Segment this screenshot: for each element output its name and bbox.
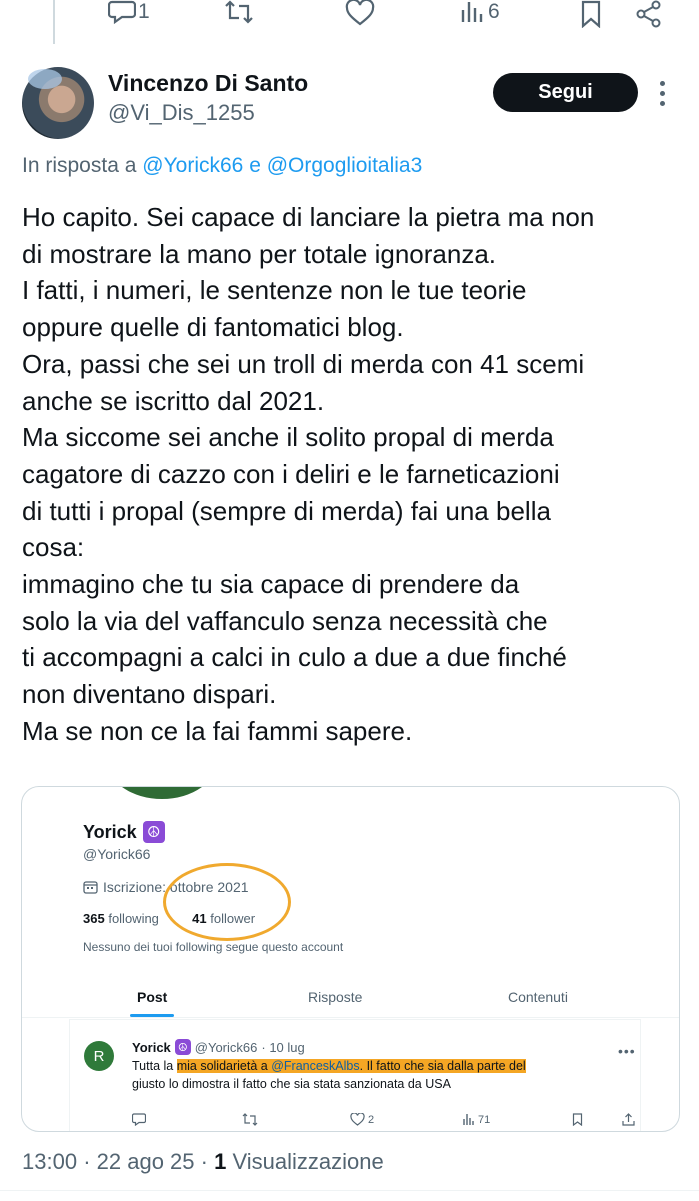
tweet-line: di mostrare la mano per totale ignoranza…	[22, 238, 497, 269]
tweet-line: di tutti i propal (sempre di merda) fai …	[22, 495, 551, 526]
tweet-line: anche se iscritto dal 2021.	[22, 385, 325, 416]
reply-to-line: In risposta a @Yorick66 e @Orgoglioitali…	[22, 154, 422, 178]
card-post-name: Yorick	[132, 1039, 171, 1055]
tweet-line: cosa:	[22, 532, 85, 563]
retweet-button[interactable]	[224, 0, 254, 24]
card-post-actions: 2 71	[132, 1113, 635, 1131]
reply-to-user-yorick[interactable]: @Yorick66	[142, 154, 243, 177]
tweet-line: oppure quelle di fantomatici blog.	[22, 312, 404, 343]
tweet-line: immagino che tu sia capace di prendere d…	[22, 569, 520, 600]
card-post-avatar: R	[84, 1041, 114, 1071]
card-mutual-note: Nessuno dei tuoi following segue questo …	[83, 940, 344, 954]
tweet-views-count: 1	[214, 1149, 227, 1174]
card-name-text: Yorick	[83, 821, 137, 842]
highlight-circle	[163, 863, 291, 941]
more-options-icon[interactable]	[660, 81, 666, 111]
views-count: 6	[488, 0, 500, 23]
author-handle[interactable]: @Vi_Dis_1255	[108, 100, 255, 126]
reply-icon	[108, 0, 136, 24]
tweet-text: Ho capito. Sei capace di lanciare la pie…	[22, 199, 682, 750]
card-post-text-a: Tutta la	[132, 1059, 177, 1073]
tweet-meta: 13:00 · 22 ago 25 · 1 Visualizzazione	[22, 1149, 384, 1175]
views-button[interactable]: 6	[460, 0, 500, 24]
following-count: 365	[83, 911, 105, 926]
tweet-line: solo la via del vaffanculo senza necessi…	[22, 605, 548, 636]
card-share-icon	[622, 1113, 635, 1126]
tab-risposte: Risposte	[308, 989, 363, 1005]
card-post-text-hl: mia solidarietà a	[176, 1059, 272, 1073]
card-post-mention: @FranceskAlbs	[271, 1059, 360, 1073]
card-post-text-line2: giusto lo dimostra il fatto che sia stat…	[132, 1077, 451, 1091]
card-views: 71	[462, 1113, 490, 1126]
reply-button[interactable]: 1	[108, 0, 150, 24]
retweet-icon	[225, 0, 253, 24]
card-post-date: · 10 lug	[261, 1039, 305, 1055]
profile-avatar-partial	[106, 787, 218, 799]
heart-icon	[345, 0, 375, 26]
card-profile-name: Yorick ☮	[83, 821, 165, 843]
card-analytics-icon	[463, 1114, 474, 1125]
meta-separator: ·	[83, 1149, 91, 1174]
tweet-line: ti accompagni a calci in culo a due a du…	[22, 642, 567, 673]
reply-to-conjunction: e	[249, 154, 261, 177]
tweet-views-label: Visualizzazione	[232, 1149, 384, 1174]
tweet-line: Ma se non ce la fai fammi sapere.	[22, 715, 413, 746]
card-post-handle: @Yorick66	[194, 1039, 258, 1055]
card-profile-handle: @Yorick66	[83, 846, 151, 862]
follow-button[interactable]: Segui	[493, 73, 638, 112]
card-bookmark-icon	[572, 1113, 583, 1126]
card-post-header: Yorick ☮ @Yorick66 · 10 lug	[132, 1039, 305, 1055]
tweet-line: non diventano dispari.	[22, 679, 277, 710]
tweet-date[interactable]: 22 ago 25	[97, 1149, 195, 1174]
meta-separator: ·	[200, 1149, 208, 1174]
card-post: R Yorick ☮ @Yorick66 · 10 lug ••• Tutta …	[69, 1019, 641, 1131]
card-views-count: 71	[478, 1113, 491, 1126]
tab-contenuti: Contenuti	[508, 989, 568, 1005]
analytics-icon	[461, 2, 483, 22]
tab-post: Post	[137, 989, 168, 1005]
tweet-time[interactable]: 13:00	[22, 1149, 77, 1174]
tweet-line: Ma siccome sei anche il solito propal di…	[22, 422, 554, 453]
author-avatar[interactable]	[22, 67, 94, 139]
calendar-icon	[83, 881, 98, 894]
share-icon	[636, 0, 661, 28]
card-heart-icon	[350, 1113, 365, 1126]
peace-icon: ☮	[174, 1039, 191, 1055]
tweet-line: Ho capito. Sei capace di lanciare la pie…	[22, 202, 595, 232]
like-button[interactable]	[345, 0, 375, 26]
author-name[interactable]: Vincenzo Di Santo	[108, 70, 308, 97]
card-post-text: Tutta la mia solidarietà a @FranceskAlbs…	[132, 1057, 526, 1093]
card-reply-icon	[132, 1113, 146, 1126]
card-post-text-b: . Il fatto che sia dalla parte del	[359, 1059, 526, 1073]
card-post-more-icon: •••	[618, 1043, 636, 1059]
card-tabs: Post Risposte Contenuti	[22, 981, 679, 1018]
following-label: following	[108, 911, 159, 926]
reply-to-prefix: In risposta a	[22, 154, 137, 177]
bottom-divider	[0, 1190, 699, 1201]
peace-icon: ☮	[142, 821, 165, 843]
card-retweet-icon	[242, 1113, 258, 1126]
tweet-line: Ora, passi che sei un troll di merda con…	[22, 348, 585, 379]
bookmark-button[interactable]	[580, 0, 602, 28]
reply-count: 1	[138, 0, 150, 23]
bookmark-icon	[581, 0, 601, 28]
tab-active-indicator	[130, 1014, 174, 1017]
share-button[interactable]	[635, 0, 663, 28]
tweet-line: I fatti, i numeri, le sentenze non le tu…	[22, 275, 527, 306]
attached-screenshot[interactable]: Yorick ☮ @Yorick66 Iscrizione: ottobre 2…	[21, 786, 680, 1132]
tweet-line: cagatore di cazzo con i deliri e le farn…	[22, 458, 560, 489]
tweet-action-bar: 1 6	[0, 0, 699, 34]
reply-to-user-orgoglio[interactable]: @Orgoglioitalia3	[267, 154, 423, 177]
card-like-count: 2	[368, 1113, 375, 1126]
card-like: 2	[350, 1113, 374, 1126]
